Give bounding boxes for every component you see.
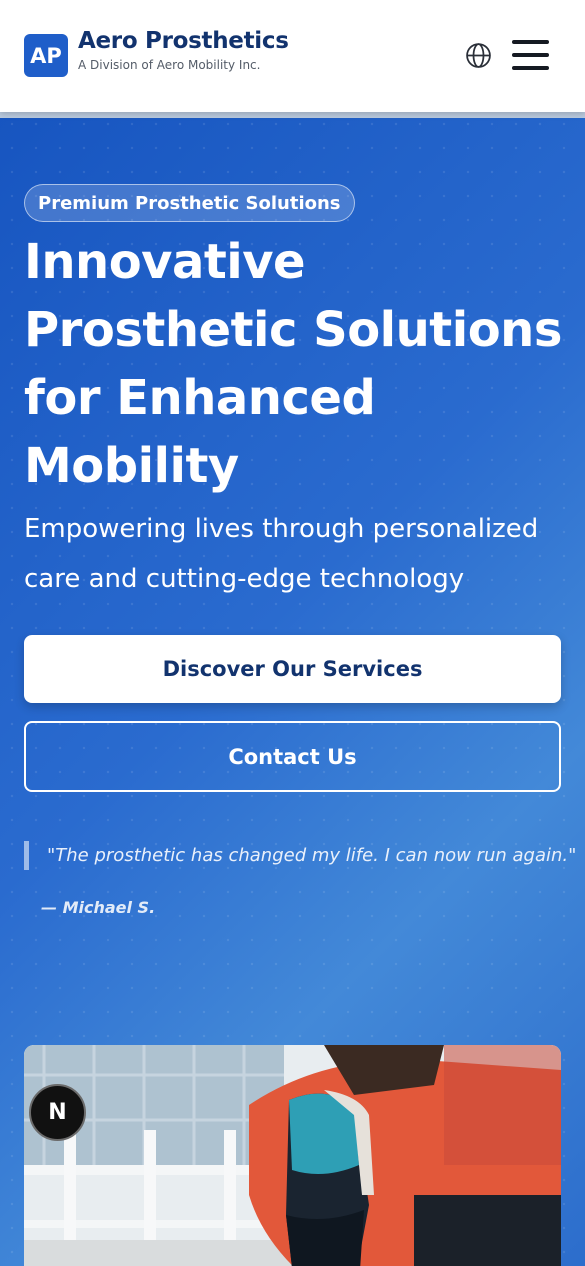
hero-title-line: Prosthetic Solutions — [24, 302, 562, 358]
logo-mark[interactable]: AP — [24, 34, 68, 77]
hero-title-line: Mobility — [24, 438, 239, 494]
hero-badge: Premium Prosthetic Solutions — [24, 184, 355, 222]
site-header: AP Aero Prosthetics A Division of Aero M… — [0, 0, 585, 112]
quote-accent-bar — [24, 841, 29, 870]
athlete-prosthetic-image — [24, 1045, 561, 1266]
hero-title-line: Innovative — [24, 234, 306, 290]
testimonial-author: — Michael S. — [41, 898, 156, 917]
testimonial-quote: "The prosthetic has changed my life. I c… — [47, 845, 577, 866]
globe-icon[interactable] — [465, 42, 492, 69]
hero-subtitle: Empowering lives through personalized ca… — [24, 504, 569, 604]
header-shadow-divider — [0, 112, 585, 118]
hamburger-menu-icon[interactable] — [512, 39, 550, 73]
brand-title[interactable]: Aero Prosthetics — [78, 28, 289, 54]
hero-title: Innovative Prosthetic Solutions for Enha… — [24, 228, 569, 500]
hero-section: Premium Prosthetic Solutions Innovative … — [0, 112, 585, 1266]
brand-subtitle: A Division of Aero Mobility Inc. — [78, 58, 261, 72]
contact-us-button[interactable]: Contact Us — [24, 721, 561, 792]
floating-n-badge[interactable]: N — [29, 1084, 86, 1141]
discover-services-button[interactable]: Discover Our Services — [24, 635, 561, 703]
hero-subtitle-line: Empowering lives through personalized — [24, 514, 539, 544]
hero-subtitle-line: care and cutting-edge technology — [24, 564, 465, 594]
hero-title-line: for Enhanced — [24, 370, 376, 426]
hero-photo — [24, 1045, 561, 1266]
